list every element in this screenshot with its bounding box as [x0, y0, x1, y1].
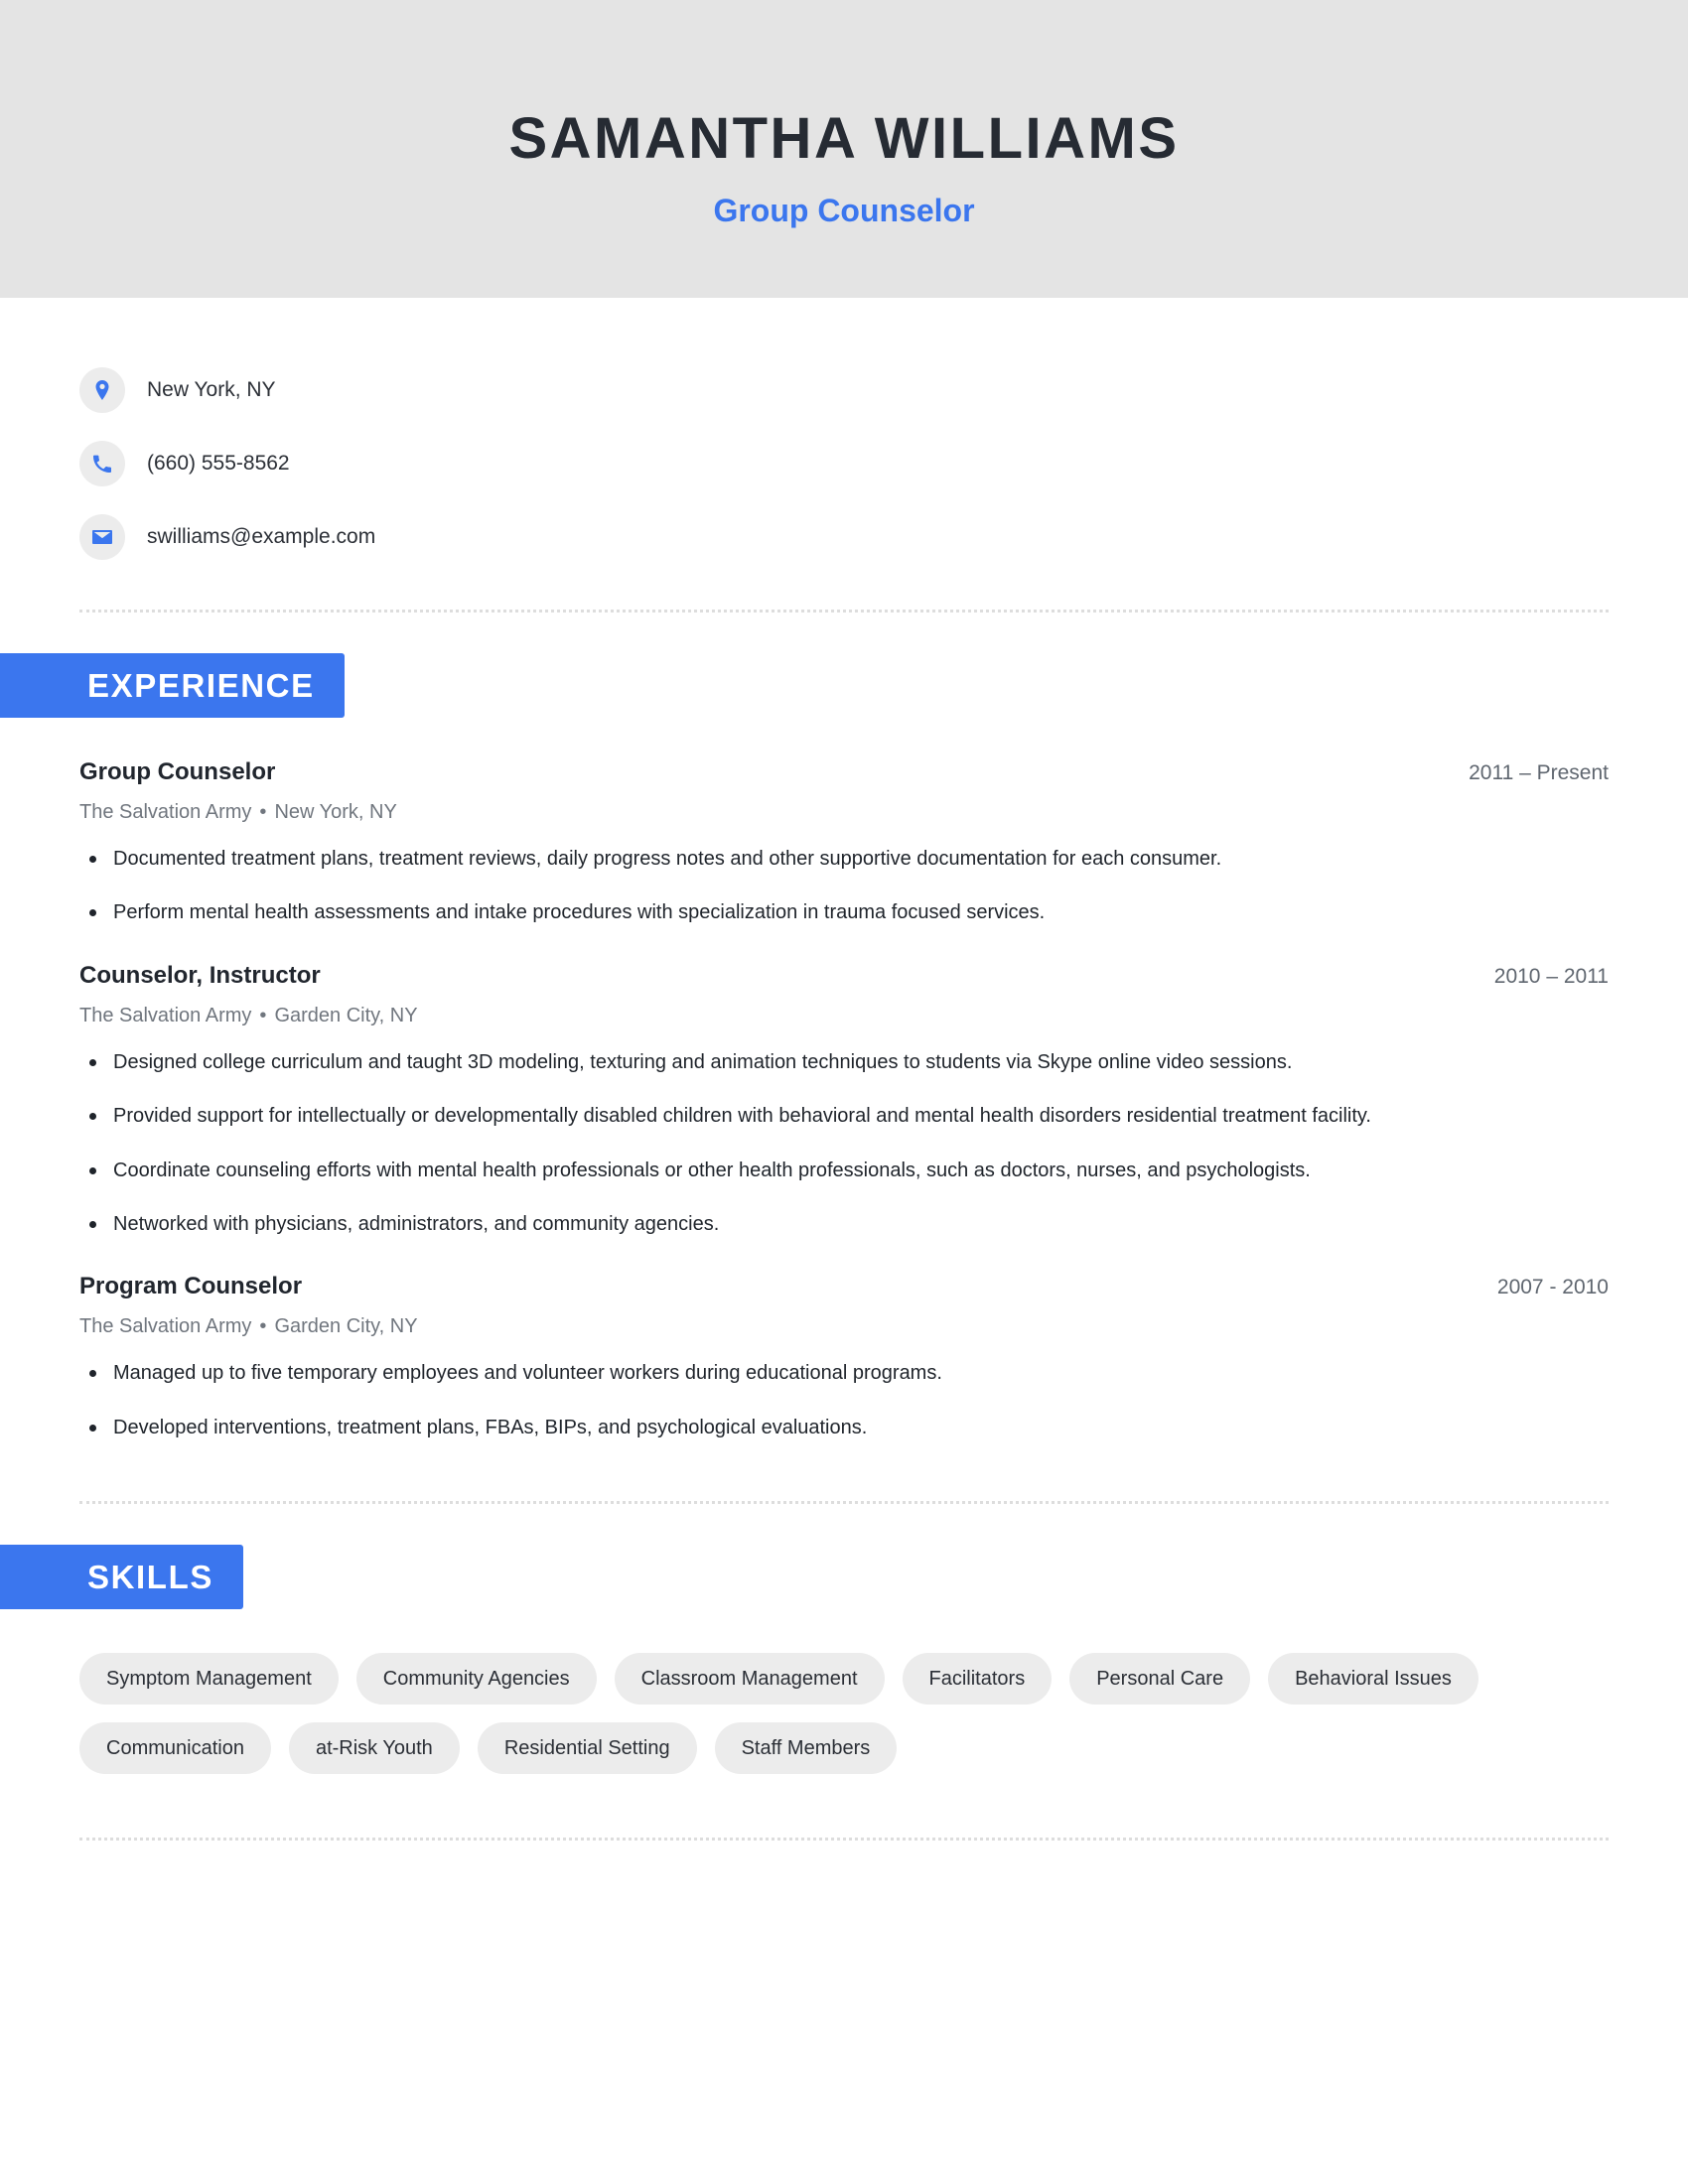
skill-chip: Community Agencies: [355, 1653, 597, 1706]
contact-row-phone: (660) 555-8562: [79, 427, 1609, 500]
skills-list: Symptom Management Community Agencies Cl…: [79, 1653, 1609, 1775]
experience-section-heading: EXPERIENCE: [0, 653, 345, 718]
experience-entry-head: Group Counselor 2011 – Present: [79, 757, 1609, 787]
experience-entry-head: Counselor, Instructor 2010 – 2011: [79, 961, 1609, 991]
experience-entries: Group Counselor 2011 – Present The Salva…: [79, 757, 1609, 1443]
experience-bullet: Documented treatment plans, treatment re…: [79, 843, 1503, 875]
experience-company: The Salvation Army: [79, 1315, 252, 1338]
experience-bullet: Networked with physicians, administrator…: [79, 1208, 1503, 1240]
contact-row-email: swilliams@example.com: [79, 500, 1609, 574]
divider-experience: [79, 1501, 1609, 1505]
experience-location: Garden City, NY: [274, 1315, 418, 1338]
divider-skills: [79, 1838, 1609, 1842]
resume-body: New York, NY (660) 555-8562 swilliams@ex…: [0, 298, 1688, 1842]
skills-section-heading: SKILLS: [0, 1545, 243, 1610]
experience-entry-head: Program Counselor 2007 - 2010: [79, 1272, 1609, 1301]
experience-role: Program Counselor: [79, 1273, 303, 1300]
resume-header: SAMANTHA WILLIAMS Group Counselor: [0, 0, 1688, 298]
experience-entry: Group Counselor 2011 – Present The Salva…: [79, 757, 1609, 929]
experience-entry: Counselor, Instructor 2010 – 2011 The Sa…: [79, 961, 1609, 1241]
experience-bullet: Developed interventions, treatment plans…: [79, 1412, 1503, 1443]
phone-icon: [79, 441, 125, 486]
resume-page: SAMANTHA WILLIAMS Group Counselor New Yo…: [0, 0, 1688, 2184]
experience-bullet: Perform mental health assessments and in…: [79, 896, 1503, 928]
experience-location: Garden City, NY: [274, 1004, 418, 1026]
skill-chip: Facilitators: [902, 1653, 1053, 1706]
experience-company-location: The Salvation Army • Garden City, NY: [79, 1003, 1609, 1028]
skill-chip: Personal Care: [1069, 1653, 1251, 1706]
experience-dates: 2007 - 2010: [1496, 1276, 1609, 1299]
skill-chip: Communication: [79, 1722, 271, 1775]
experience-role: Group Counselor: [79, 758, 276, 785]
experience-location: New York, NY: [274, 801, 397, 823]
skill-chip: at-Risk Youth: [288, 1722, 460, 1775]
contact-email-text: swilliams@example.com: [147, 525, 376, 549]
experience-bullets: Designed college curriculum and taught 3…: [79, 1046, 1609, 1241]
map-pin-icon: [79, 367, 125, 413]
experience-bullet: Designed college curriculum and taught 3…: [79, 1046, 1503, 1078]
skill-chip: Symptom Management: [79, 1653, 339, 1706]
candidate-name: SAMANTHA WILLIAMS: [508, 105, 1180, 171]
experience-company-location: The Salvation Army • New York, NY: [79, 799, 1609, 825]
contact-phone-text: (660) 555-8562: [147, 452, 290, 476]
experience-dates: 2010 – 2011: [1493, 964, 1609, 988]
skill-chip: Staff Members: [714, 1722, 898, 1775]
contact-row-location: New York, NY: [79, 353, 1609, 427]
meta-separator: •: [259, 1004, 267, 1026]
contact-section: New York, NY (660) 555-8562 swilliams@ex…: [79, 298, 1609, 614]
experience-section: EXPERIENCE Group Counselor 2011 – Presen…: [0, 653, 1609, 1505]
experience-company: The Salvation Army: [79, 1004, 252, 1026]
experience-bullet: Provided support for intellectually or d…: [79, 1100, 1503, 1132]
experience-bullet: Coordinate counseling efforts with menta…: [79, 1155, 1503, 1186]
experience-bullets: Documented treatment plans, treatment re…: [79, 843, 1609, 929]
experience-dates: 2011 – Present: [1469, 761, 1609, 784]
meta-separator: •: [259, 801, 267, 823]
candidate-job-title: Group Counselor: [713, 192, 975, 228]
skill-chip: Residential Setting: [477, 1722, 697, 1775]
envelope-icon: [79, 514, 125, 560]
experience-bullets: Managed up to five temporary employees a…: [79, 1357, 1609, 1443]
meta-separator: •: [259, 1315, 267, 1338]
contact-location-text: New York, NY: [147, 378, 276, 402]
skills-section: SKILLS Symptom Management Community Agen…: [0, 1545, 1609, 1842]
experience-company: The Salvation Army: [79, 801, 252, 823]
experience-bullet: Managed up to five temporary employees a…: [79, 1357, 1503, 1389]
skill-chip: Classroom Management: [614, 1653, 885, 1706]
skill-chip: Behavioral Issues: [1268, 1653, 1478, 1706]
experience-role: Counselor, Instructor: [79, 961, 321, 989]
experience-entry: Program Counselor 2007 - 2010 The Salvat…: [79, 1272, 1609, 1443]
divider-contact: [79, 610, 1609, 614]
experience-company-location: The Salvation Army • Garden City, NY: [79, 1313, 1609, 1339]
